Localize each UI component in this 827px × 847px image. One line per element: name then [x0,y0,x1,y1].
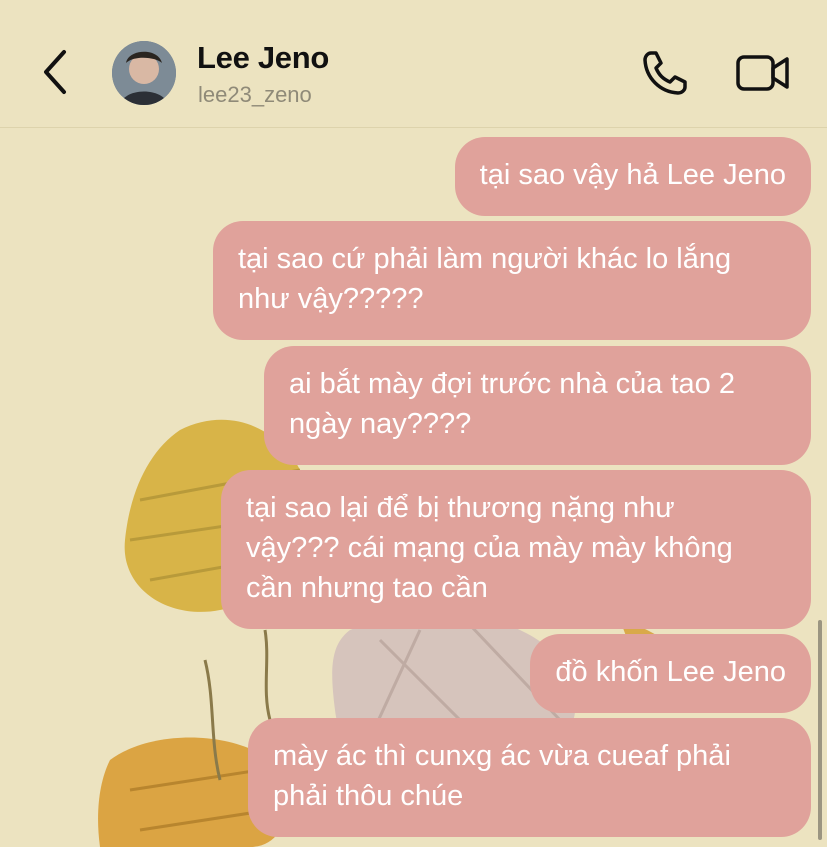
message-bubble[interactable]: ai bắt mày đợi trước nhà của tao 2 ngày … [264,346,811,465]
avatar-image [112,41,176,105]
video-call-button[interactable] [735,50,791,96]
scrollbar[interactable] [818,620,822,840]
contact-handle: lee23_zeno [198,82,312,107]
chevron-left-icon [44,50,66,94]
avatar[interactable] [112,41,176,105]
call-button[interactable] [640,48,690,98]
message-bubble[interactable]: đồ khốn Lee Jeno [530,634,811,713]
contact-name[interactable]: Lee Jeno [197,40,329,76]
message-bubble[interactable]: mày ác thì cunxg ác vừa cueaf phải phải … [248,718,811,837]
message-bubble[interactable]: tại sao cứ phải làm người khác lo lắng n… [213,221,811,340]
phone-icon [643,51,687,95]
video-camera-icon [736,55,789,91]
message-thread[interactable]: tại sao vậy hả Lee Jeno tại sao cứ phải … [0,127,827,847]
message-bubble[interactable]: tại sao lại để bị thương nặng như vậy???… [221,470,811,629]
back-button[interactable] [38,48,74,96]
message-bubble[interactable]: tại sao vậy hả Lee Jeno [454,137,811,216]
chat-header: Lee Jeno lee23_zeno [0,0,827,128]
